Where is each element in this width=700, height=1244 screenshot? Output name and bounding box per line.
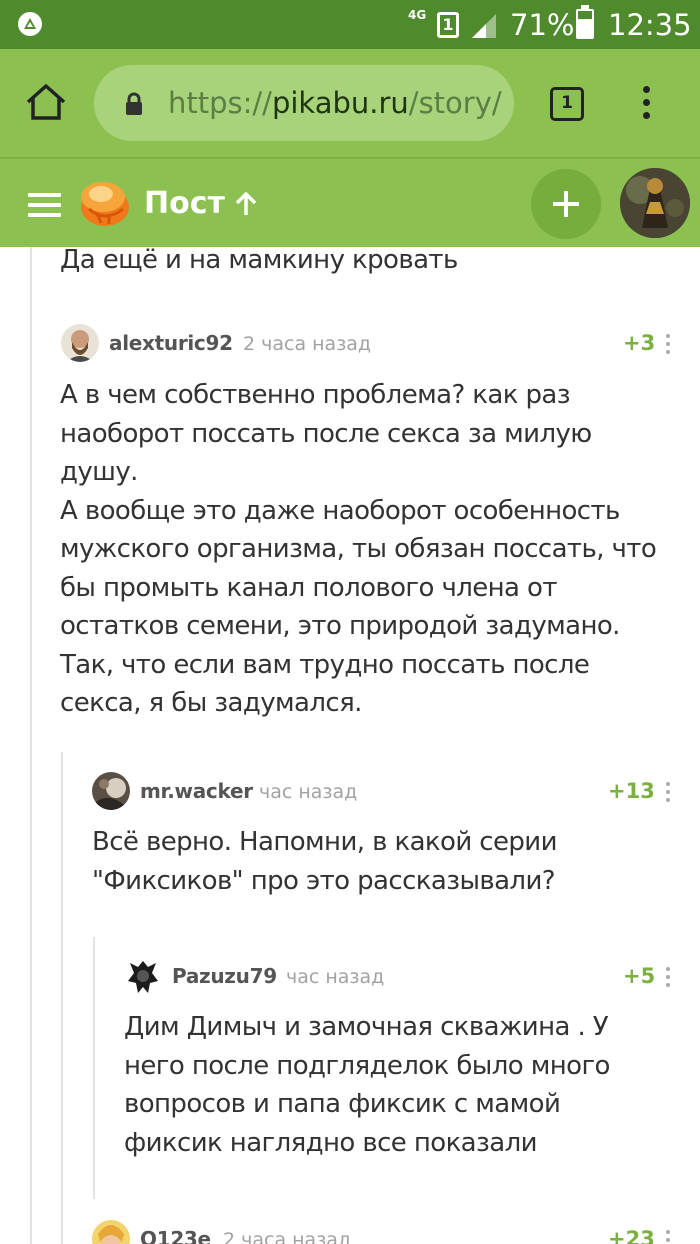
- url-scheme: https://: [168, 86, 272, 120]
- comment-text: А в чем собственно проблема? как раз нао…: [60, 376, 657, 723]
- comment-rating: +13: [608, 779, 655, 803]
- comment-rating: +3: [623, 331, 656, 355]
- comment-line: мужского организма, ты обязан поссать, ч…: [60, 534, 657, 564]
- comment-line: секса, я бы задумался.: [60, 688, 362, 718]
- comment-line: бы промыть канал полового члена от: [60, 572, 557, 603]
- comment-line: фиксик наглядно все показали: [124, 1127, 537, 1158]
- comment-header: mr.wacker час назад +13: [92, 772, 682, 812]
- burger-menu-icon[interactable]: [28, 193, 61, 217]
- sim-icon: 1: [437, 12, 459, 38]
- thread-line: [30, 247, 32, 1244]
- comment-line: душу.: [60, 457, 138, 487]
- arrow-up-icon[interactable]: [234, 191, 258, 217]
- site-header: Пост: [0, 157, 700, 247]
- comment-more-icon[interactable]: [665, 782, 671, 804]
- battery-icon: [576, 5, 594, 39]
- browser-toolbar: https://pikabu.ru/story/ 1: [0, 49, 700, 157]
- comment-header: Pazuzu79 час назад +5: [124, 957, 684, 997]
- comment-line: Так, что если вам трудно поссать после: [60, 649, 590, 680]
- avatar[interactable]: [61, 324, 99, 362]
- comment-username[interactable]: mr.wacker: [140, 778, 253, 804]
- clock: 12:35: [608, 8, 692, 42]
- comment-line: "Фиксиков" про это рассказывали?: [92, 865, 556, 896]
- url-path: /story/: [408, 86, 502, 120]
- comment-time: 2 часа назад: [223, 1229, 352, 1244]
- network-type: 4G: [408, 8, 427, 22]
- overflow-menu-icon[interactable]: [637, 86, 655, 126]
- comment-line: вопросов и папа фиксик с мамой: [124, 1089, 561, 1119]
- signal-icon: [472, 14, 496, 38]
- comment-rating: +5: [623, 964, 656, 988]
- comment-time: 2 часа назад: [243, 333, 372, 355]
- comment-header: alexturic92 2 часа назад +3: [61, 324, 681, 364]
- comment-line: Дим Димыч и замочная скважина . У: [124, 1012, 609, 1042]
- user-avatar[interactable]: [620, 168, 690, 238]
- thread-line: [61, 752, 63, 1244]
- comments-section: Да ещё и на мамкину кровать alexturic92 …: [0, 247, 700, 1244]
- url-domain: pikabu.ru: [271, 86, 409, 120]
- avatar[interactable]: [124, 957, 162, 995]
- page-title: Пост: [144, 186, 225, 221]
- comment-username[interactable]: Pazuzu79: [172, 963, 277, 989]
- comment-line: наоборот поссать после секса за милую: [60, 418, 592, 449]
- comment-more-icon[interactable]: [665, 967, 671, 989]
- comment-line: остатков семени, это природой задумано.: [60, 611, 620, 641]
- battery-percent: 71%: [510, 8, 575, 42]
- comment-line: А в чем собственно проблема? как раз: [60, 380, 571, 410]
- comment-line: Всё верно. Напомни, в какой серии: [92, 827, 557, 857]
- avatar[interactable]: [92, 772, 130, 810]
- comment-line: А вообще это даже наоборот особенность: [60, 495, 620, 526]
- pikabu-logo[interactable]: [79, 177, 131, 227]
- home-icon[interactable]: [24, 82, 68, 122]
- comment-header: Q123e 2 часа назад +23: [92, 1220, 682, 1244]
- comment-rating: +23: [608, 1227, 655, 1244]
- comment-text: Всё верно. Напомни, в какой серии "Фикси…: [92, 823, 557, 900]
- status-bar: 4G 1 71% 12:35: [0, 0, 700, 49]
- url-text: https://pikabu.ru/story/: [168, 85, 502, 121]
- comment-time: час назад: [259, 781, 358, 803]
- lock-icon: [126, 92, 142, 115]
- thread-line: [93, 937, 95, 1199]
- add-post-button[interactable]: [531, 169, 601, 239]
- comment-time: час назад: [286, 966, 385, 988]
- comment-username[interactable]: Q123e: [140, 1226, 211, 1244]
- comment-text: Дим Димыч и замочная скважина . У него п…: [124, 1008, 610, 1162]
- tabs-icon[interactable]: 1: [550, 87, 584, 121]
- comment-username[interactable]: alexturic92: [109, 330, 233, 356]
- address-bar[interactable]: https://pikabu.ru/story/: [94, 65, 514, 141]
- comment-line: него после подгляделок было много: [124, 1050, 610, 1081]
- comment-text-fragment: Да ещё и на мамкину кровать: [60, 247, 458, 275]
- notification-icon: [18, 12, 42, 36]
- comment-more-icon[interactable]: [665, 334, 671, 356]
- avatar[interactable]: [92, 1220, 130, 1244]
- comment-more-icon[interactable]: [665, 1230, 671, 1244]
